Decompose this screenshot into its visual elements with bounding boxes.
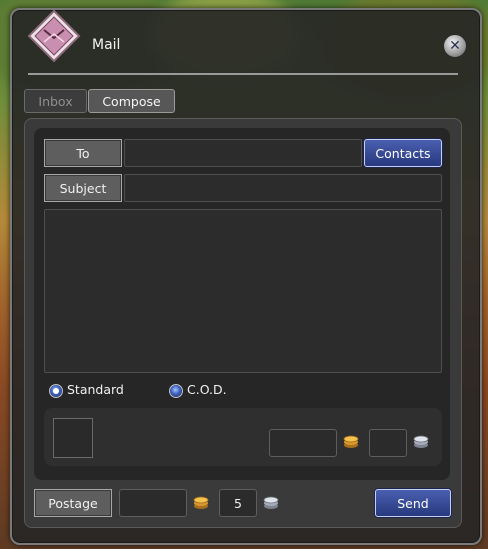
gold-coin-icon [343, 435, 359, 448]
title-divider [28, 73, 458, 75]
close-icon: ✕ [449, 38, 461, 54]
attach-silver-field[interactable] [369, 429, 407, 457]
to-label: To [44, 139, 122, 167]
window-title: Mail [92, 37, 121, 53]
postage-gold-field [119, 489, 187, 517]
to-field[interactable] [124, 139, 362, 167]
silver-coin-icon [263, 496, 279, 509]
radio-cod[interactable] [169, 384, 183, 398]
postage-silver-field: 5 [219, 489, 257, 517]
mail-envelope-icon [27, 9, 81, 63]
attach-gold-field[interactable] [269, 429, 337, 457]
contacts-button[interactable]: Contacts [364, 139, 442, 167]
radio-standard-label: Standard [67, 382, 124, 397]
tab-inbox[interactable]: Inbox [24, 89, 87, 113]
attachment-item-slot[interactable] [53, 418, 93, 458]
message-body-field[interactable] [44, 209, 442, 373]
send-button[interactable]: Send [375, 489, 451, 517]
silver-coin-icon [413, 435, 429, 448]
subject-label: Subject [44, 174, 122, 202]
subject-field[interactable] [124, 174, 442, 202]
postage-label: Postage [34, 489, 112, 517]
close-button[interactable]: ✕ [443, 34, 467, 58]
radio-cod-label: C.O.D. [187, 382, 227, 397]
tab-compose[interactable]: Compose [88, 89, 175, 113]
radio-standard[interactable] [49, 384, 63, 398]
gold-coin-icon [193, 496, 209, 509]
